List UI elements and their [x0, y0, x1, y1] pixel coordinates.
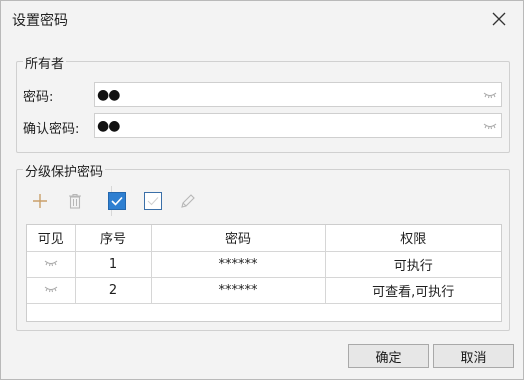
set-password-dialog: 设置密码 所有者 密码: ●● 确认密码: ●● 分级保护密码 可见 序号 密码… — [0, 0, 524, 380]
visible-toggle-cell[interactable] — [27, 251, 76, 278]
password-input[interactable]: ●● — [94, 82, 502, 107]
confirm-password-label: 确认密码: — [23, 122, 80, 137]
column-header-permission[interactable]: 权限 — [325, 225, 501, 252]
password-cell[interactable]: ****** — [151, 251, 326, 278]
eye-closed-icon — [44, 260, 58, 266]
password-label: 密码: — [23, 90, 54, 105]
show-password-toggle[interactable] — [483, 89, 497, 104]
table-header-row: 可见 序号 密码 权限 — [27, 225, 501, 252]
edit-button[interactable] — [176, 189, 200, 213]
plus-icon — [33, 194, 47, 208]
cancel-button[interactable]: 取消 — [433, 344, 514, 368]
checkbox-unchecked-icon — [144, 192, 162, 210]
visible-toggle-cell[interactable] — [27, 277, 76, 304]
owner-group: 所有者 密码: ●● 确认密码: ●● — [16, 53, 510, 153]
column-header-password[interactable]: 密码 — [151, 225, 326, 252]
level-password-table: 可见 序号 密码 权限 1 ****** 可执行 2 ****** 可查看,可执… — [26, 224, 502, 322]
confirm-password-input[interactable]: ●● — [94, 113, 502, 138]
table-row[interactable]: 1 ****** 可执行 — [27, 251, 501, 278]
confirm-password-masked-value: ●● — [97, 118, 120, 134]
permission-cell[interactable]: 可查看,可执行 — [325, 277, 501, 304]
index-cell: 2 — [75, 277, 152, 304]
password-cell[interactable]: ****** — [151, 277, 326, 304]
column-header-visible[interactable]: 可见 — [27, 225, 76, 252]
trash-icon — [69, 193, 81, 209]
table-row[interactable]: 2 ****** 可查看,可执行 — [27, 277, 501, 304]
checkbox-checked-icon — [108, 192, 126, 210]
level-password-group-title: 分级保护密码 — [23, 161, 106, 180]
index-cell: 1 — [75, 251, 152, 278]
check-all-button[interactable] — [105, 189, 129, 213]
level-password-group: 分级保护密码 可见 序号 密码 权限 1 ****** 可执行 2 ******… — [16, 161, 510, 331]
column-header-index[interactable]: 序号 — [75, 225, 152, 252]
delete-button[interactable] — [63, 189, 87, 213]
owner-group-title: 所有者 — [23, 53, 67, 72]
permission-cell[interactable]: 可执行 — [325, 251, 501, 278]
eye-closed-icon — [483, 92, 497, 99]
password-masked-value: ●● — [97, 87, 120, 103]
title-bar: 设置密码 — [1, 1, 523, 37]
dialog-title: 设置密码 — [12, 13, 68, 29]
eye-closed-icon — [44, 286, 58, 292]
add-button[interactable] — [28, 189, 52, 213]
show-confirm-password-toggle[interactable] — [483, 120, 497, 135]
pencil-icon — [181, 194, 195, 208]
eye-closed-icon — [483, 123, 497, 130]
close-icon — [492, 12, 506, 26]
uncheck-all-button[interactable] — [141, 189, 165, 213]
ok-button[interactable]: 确定 — [348, 344, 429, 368]
close-button[interactable] — [489, 9, 509, 29]
